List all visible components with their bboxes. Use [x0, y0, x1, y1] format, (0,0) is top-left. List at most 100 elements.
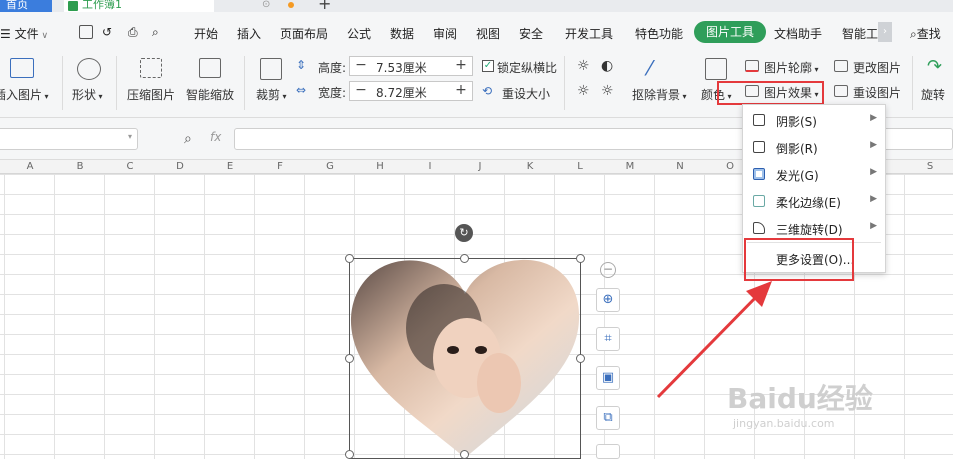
column-j[interactable]: J [455, 161, 505, 172]
soft-edge-icon [753, 195, 765, 207]
menu-formula[interactable]: 公式 [347, 25, 371, 42]
menu-security[interactable]: 安全 [519, 25, 543, 42]
column-g[interactable]: G [305, 161, 355, 172]
watermark-logo: Baidu经验 [727, 382, 873, 415]
menu-picture-tools[interactable]: 图片工具 [694, 21, 766, 43]
chevron-down-icon[interactable]: ▾ [128, 132, 132, 141]
insert-picture-button[interactable]: 插入图片 ▾ [0, 86, 49, 103]
zoom-formula-icon[interactable]: ⌕ [184, 131, 192, 147]
reset-picture-icon [834, 85, 848, 97]
column-m[interactable]: M [605, 161, 655, 172]
name-box[interactable]: ▾ [0, 128, 138, 150]
width-value[interactable]: 8.72厘米 [376, 84, 427, 101]
menu-developer[interactable]: 开发工具 [565, 25, 613, 42]
resize-handle[interactable] [576, 254, 585, 263]
contrast-up-icon[interactable]: ◐ [601, 58, 613, 74]
picture-frame-icon[interactable]: ▣ [596, 366, 620, 390]
pin-icon[interactable]: ⊙ [262, 0, 270, 10]
column-l[interactable]: L [555, 161, 605, 172]
menu-item-shadow[interactable]: 阴影(S) ▶ [743, 107, 885, 133]
menu-file[interactable]: ☰ 文件 ∨ [0, 25, 48, 42]
resize-handle[interactable] [345, 450, 354, 459]
ribbon-divider [912, 56, 913, 110]
resize-handle[interactable] [460, 254, 469, 263]
convert-picture-icon[interactable]: ⧉ [596, 406, 620, 430]
more-tools-icon[interactable] [596, 444, 620, 459]
resize-handle[interactable] [576, 354, 585, 363]
column-d[interactable]: D [155, 161, 205, 172]
new-tab-button[interactable]: + [318, 0, 331, 12]
fx-icon[interactable]: fx [210, 130, 221, 144]
height-icon: ⇕ [296, 58, 307, 72]
column-s[interactable]: S [905, 161, 953, 172]
column-h[interactable]: H [355, 161, 405, 172]
menu-page-layout[interactable]: 页面布局 [280, 25, 328, 42]
baidu-watermark: Baidu经验 jingyan.baidu.com [727, 377, 917, 437]
menu-item-soft-edge[interactable]: 柔化边缘(E) ▶ [743, 188, 885, 214]
reset-size-icon: ⟲ [482, 84, 493, 98]
brightness-down-icon[interactable]: ☼ [577, 83, 590, 99]
column-e[interactable]: E [205, 161, 255, 172]
menu-smart-tools[interactable]: 智能工具箱 [842, 25, 878, 42]
contrast-down-icon[interactable]: ☼ [601, 83, 614, 99]
reset-picture-button[interactable]: 重设图片 [853, 84, 901, 101]
save-icon[interactable] [79, 25, 93, 39]
chevron-right-icon: ▶ [870, 167, 877, 177]
undo-icon[interactable]: ↺ [102, 25, 112, 39]
brightness-up-icon[interactable]: ☼ [577, 58, 590, 74]
decrease-width-button[interactable]: − [350, 82, 372, 100]
column-a[interactable]: A [5, 161, 55, 172]
compress-picture-button[interactable]: 压缩图片 [127, 86, 175, 103]
menu-start[interactable]: 开始 [194, 25, 218, 42]
tab-home[interactable]: 首页 [0, 0, 52, 12]
height-stepper[interactable]: − 7.53厘米 + [349, 56, 473, 76]
column-n[interactable]: N [655, 161, 705, 172]
picture-outline-icon [745, 60, 759, 72]
menu-doc-assistant[interactable]: 文档助手 [774, 25, 822, 42]
resize-handle[interactable] [460, 450, 469, 459]
tab-document[interactable]: 工作簿1 [64, 0, 214, 12]
height-value[interactable]: 7.53厘米 [376, 59, 427, 76]
menu-insert[interactable]: 插入 [237, 25, 261, 42]
collapse-button[interactable]: − [600, 262, 616, 278]
crop-button[interactable]: 裁剪 ▾ [256, 86, 287, 103]
menu-features[interactable]: 特色功能 [635, 25, 683, 42]
picture-outline-button[interactable]: 图片轮廓 ▾ [764, 59, 819, 76]
menu-item-glow[interactable]: 发光(G) ▶ [743, 161, 885, 187]
menu-bar: ☰ 文件 ∨ ↺ ⎙ ⌕ 开始 插入 页面布局 公式 数据 审阅 视图 安全 开… [0, 12, 953, 52]
resize-handle[interactable] [345, 354, 354, 363]
column-f[interactable]: F [255, 161, 305, 172]
color-icon [705, 58, 727, 80]
shape-button[interactable]: 形状 ▾ [72, 86, 103, 103]
crop-icon [260, 58, 282, 80]
menu-item-reflection[interactable]: 倒影(R) ▶ [743, 134, 885, 160]
width-stepper[interactable]: − 8.72厘米 + [349, 81, 473, 101]
increase-width-button[interactable]: + [450, 82, 472, 100]
menu-search[interactable]: ⌕查找 [910, 25, 941, 42]
menu-review[interactable]: 审阅 [433, 25, 457, 42]
watermark-url: jingyan.baidu.com [733, 417, 835, 430]
menu-view[interactable]: 视图 [476, 25, 500, 42]
column-k[interactable]: K [505, 161, 555, 172]
column-i[interactable]: I [405, 161, 455, 172]
menu-data[interactable]: 数据 [390, 25, 414, 42]
change-picture-button[interactable]: 更改图片 [853, 59, 901, 76]
preview-icon[interactable]: ⌕ [152, 25, 159, 40]
increase-height-button[interactable]: + [450, 57, 472, 75]
lock-ratio-checkbox[interactable]: ✓ [482, 60, 494, 72]
smart-zoom-button[interactable]: 智能缩放 [186, 86, 234, 103]
rotate-button[interactable]: 旋转 [921, 86, 945, 103]
rotate-handle-icon[interactable]: ↻ [455, 224, 473, 242]
remove-background-button[interactable]: 抠除背景 ▾ [632, 86, 687, 103]
more-tabs-button[interactable]: › [878, 22, 892, 42]
print-icon[interactable]: ⎙ [128, 25, 138, 40]
decrease-height-button[interactable]: − [350, 57, 372, 75]
column-b[interactable]: B [55, 161, 105, 172]
resize-handle[interactable] [345, 254, 354, 263]
magic-wand-icon: ⁄ [648, 56, 652, 80]
crop-tool-icon[interactable]: ⌗ [596, 327, 620, 351]
ribbon-divider [564, 56, 565, 110]
column-c[interactable]: C [105, 161, 155, 172]
reset-size-button[interactable]: 重设大小 [502, 85, 550, 102]
zoom-in-icon[interactable]: ⊕ [596, 288, 620, 312]
